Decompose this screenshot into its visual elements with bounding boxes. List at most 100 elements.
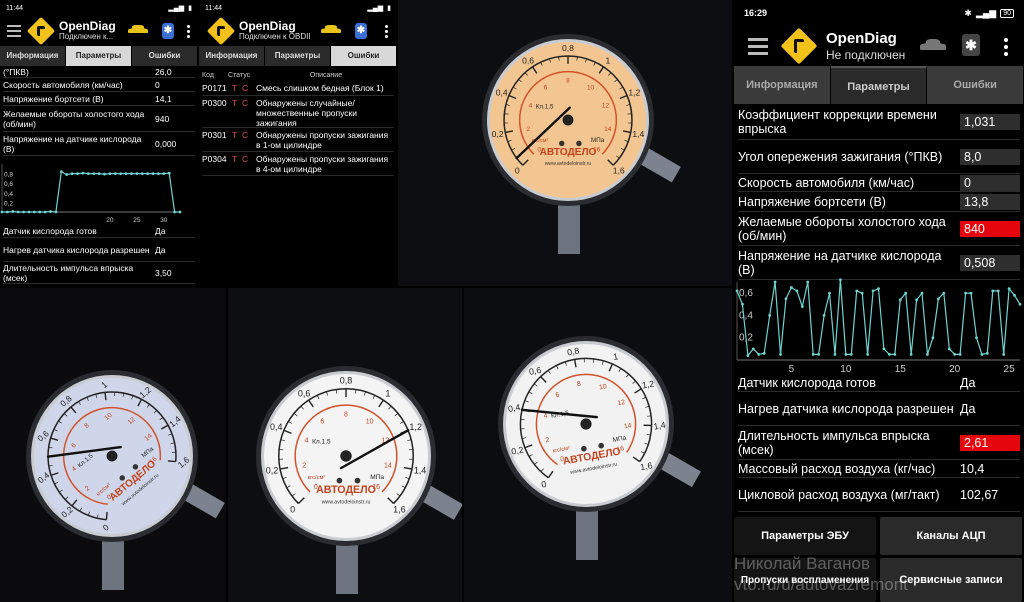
more-options-icon[interactable] (385, 25, 388, 38)
data-point (860, 291, 864, 295)
gauge-photo-3: 0 0,2 0,4 0,6 0,8 1 1,2 1,4 1,6 0 2 4 6 8 10 12 14 16 АВТО… (228, 288, 462, 602)
bluetooth-icon[interactable]: ✱ (355, 23, 367, 39)
bluetooth-icon[interactable]: ✱ (962, 34, 980, 56)
data-point (16, 210, 20, 214)
data-point (746, 354, 750, 357)
data-point (947, 347, 951, 351)
tab-parameters[interactable]: Параметры (265, 46, 331, 66)
data-point (877, 287, 880, 291)
data-point (1007, 287, 1011, 291)
tab-parameters[interactable]: Параметры (66, 46, 132, 66)
mpa-tick-label: 1,6 (393, 504, 406, 514)
connection-status: Подключен к OBDII (239, 32, 311, 42)
misfire-button[interactable]: Пропуски воспламенения (734, 558, 876, 602)
data-point (59, 170, 63, 174)
gauge-unit: МПа (370, 474, 384, 481)
data-point (980, 353, 984, 356)
param-row: Нагрев датчика кислорода разрешен Да (3, 238, 195, 262)
param-value: 1,031 (960, 113, 1020, 130)
data-point (866, 353, 870, 356)
gauge-screw (336, 477, 343, 484)
bluetooth-icon[interactable]: ✱ (162, 23, 174, 39)
data-point (32, 210, 36, 214)
error-row[interactable]: P0300 T C Обнаружены случайные/ множественн… (202, 96, 394, 128)
gauge-brand: АВТОДЕЛО (316, 484, 376, 496)
error-row[interactable]: P0171 T C Смесь слишком бедная (Блок 1) (202, 82, 394, 96)
tab-errors[interactable]: Ошибки (927, 66, 1024, 104)
data-point (784, 297, 788, 301)
signal-icon: ▂▄▆ (367, 5, 384, 12)
column-status: Статус (228, 72, 251, 79)
data-point (898, 298, 902, 302)
data-point (996, 289, 1000, 293)
data-point (86, 172, 90, 175)
bluetooth-status-icon: ✱ (964, 7, 972, 18)
car-icon (920, 38, 946, 53)
x-tick-label: 25 (133, 217, 141, 224)
data-point (969, 291, 973, 295)
param-row: Коэффициент коррекции времени впрыска 1,0… (738, 104, 1020, 140)
data-point (882, 347, 886, 351)
app-header: OpenDiag Не подключен ✱ (734, 26, 1024, 66)
param-row: Угол опережения зажигания (°ПКВ) 8,0 (738, 140, 1020, 174)
tab-errors[interactable]: Ошибки (331, 46, 397, 66)
mpa-tick-label: 1,4 (653, 420, 667, 432)
param-value: 0 (960, 174, 1020, 191)
data-point (768, 314, 772, 317)
tab-parameters[interactable]: Параметры (830, 66, 928, 104)
data-point (119, 172, 123, 175)
kgf-tick-label: 2 (526, 126, 530, 133)
series-line (2, 170, 180, 213)
tab-info[interactable]: Информация (734, 66, 831, 104)
more-options-icon[interactable] (187, 25, 190, 38)
param-row: Напряжение бортсети (В) 14,1 (3, 92, 195, 106)
parameters-list-bottom: Датчик кислорода готов Да Нагрев датчика … (0, 224, 198, 284)
error-row[interactable]: P0304 T C Обнаружены пропуски зажигания в 4… (202, 152, 394, 176)
parameters-list: (°ПКВ) 26,0 Скорость автомобиля (км/час) 0… (0, 66, 198, 156)
oxygen-sensor-chart: 0,2 0,4 0,6 0,8 20 25 30 (0, 164, 182, 224)
mpa-tick-label: 1 (605, 55, 610, 65)
data-point (130, 172, 133, 175)
menu-icon[interactable] (7, 23, 21, 39)
adc-channels-button[interactable]: Каналы АЦП (880, 517, 1022, 555)
data-point (839, 278, 842, 282)
data-point (157, 172, 160, 175)
data-point (54, 210, 58, 214)
gauge-photo-2: 0 0,2 0,4 0,6 0,8 1 1,2 1,4 1,6 0 2 4 6 8 10 12 14 16 АВТО… (0, 288, 226, 602)
tab-info[interactable]: Информация (0, 46, 66, 66)
service-records-button[interactable]: Сервисные записи (880, 558, 1022, 602)
data-point (915, 298, 918, 302)
status-time: 11:44 (6, 4, 23, 12)
more-options-icon[interactable] (1004, 38, 1008, 56)
data-point (81, 171, 85, 175)
data-point (1013, 293, 1016, 297)
x-tick-label: 10 (840, 364, 852, 374)
tab-errors[interactable]: Ошибки (132, 46, 198, 66)
error-row[interactable]: P0301 T C Обнаружены пропуски зажигания в 1… (202, 128, 394, 152)
status-bar: 16:29 ✱ ▂▄▆ 90 (734, 0, 1024, 26)
data-point (822, 314, 826, 317)
param-value-alert: 840 (960, 220, 1020, 237)
gauge-photo-4: 0 0,2 0,4 0,6 0,8 1 1,2 1,4 1,6 0 2 4 6 8 10 12 14 16 АВТО… (464, 288, 732, 602)
data-point (70, 172, 74, 175)
menu-icon[interactable] (748, 36, 768, 56)
error-table-header: Код Статус Описание (199, 70, 397, 82)
data-point (991, 289, 995, 293)
kgf-tick-label: 10 (366, 419, 374, 426)
tab-info[interactable]: Информация (199, 46, 265, 66)
parameters-list-bottom: Датчик кислорода готов Да Нагрев датчика … (734, 374, 1024, 512)
data-point (762, 351, 766, 355)
data-point (76, 172, 79, 175)
data-point (741, 302, 744, 306)
y-tick-label: 0,6 (739, 288, 753, 299)
kgf-tick-label: 8 (566, 77, 570, 84)
column-description: Описание (309, 72, 343, 79)
data-point (893, 353, 897, 356)
ecu-parameters-button[interactable]: Параметры ЭБУ (734, 517, 876, 555)
param-row: Желаемые обороты холостого хода (об/мин)… (738, 212, 1020, 246)
data-point (751, 347, 755, 351)
param-row: Цикловой расход воздуха (мг/такт) 102,67 (738, 478, 1020, 512)
data-point (27, 210, 31, 214)
data-point (113, 172, 117, 175)
mpa-tick-label: 1 (385, 388, 390, 398)
